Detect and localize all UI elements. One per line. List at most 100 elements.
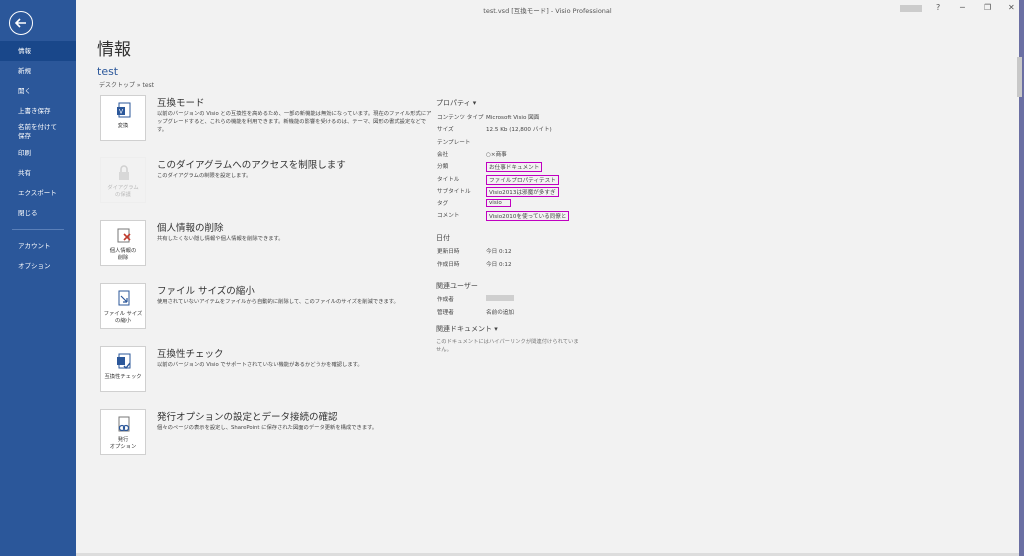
publish-options-label: 発行 オプション [109,437,137,450]
property-label: コメント [437,213,460,219]
compatibility-check-button[interactable]: 互換性チェック [100,346,146,392]
date-label: 更新日時 [437,249,460,255]
property-row: タイトル ファイルプロパティテスト [437,175,597,185]
nav-item-account[interactable]: アカウント [0,236,76,256]
property-label: テンプレート [437,140,471,146]
remove-personal-info-icon [117,228,131,243]
related-users-heading: 関連ユーザー [436,282,478,290]
protect-diagram-section: ダイアグラム の保護 このダイアグラムへのアクセスを制限します このダイアグラム… [100,157,430,207]
property-label: サイズ [437,127,454,133]
nav-item-info[interactable]: 情報 [0,41,76,61]
reduce-file-size-section: ファイル サイズ の縮小 ファイル サイズの縮小 使用されていないアイテムをファ… [100,283,430,333]
nav-item-save[interactable]: 上書き保存 [0,101,76,121]
remove-personal-info-label: 個人情報の 削除 [109,248,137,261]
reduce-file-size-button[interactable]: ファイル サイズ の縮小 [100,283,146,329]
backstage-sidebar: 情報 新規 開く 上書き保存 名前を付けて 保存 印刷 共有 エクスポート 閉じ… [0,0,76,556]
restore-button[interactable]: ❐ [984,3,991,12]
nav-item-share[interactable]: 共有 [0,163,76,183]
back-button[interactable] [9,11,33,35]
title-bar: test.vsd [互換モード] - Visio Professional [76,0,1019,18]
property-label: タグ [437,201,449,207]
property-row: テンプレート [437,138,597,148]
nav-item-close[interactable]: 閉じる [0,203,76,223]
convert-label: 変換 [117,123,129,129]
section-description: このダイアグラムの制限を設定します。 [157,173,252,179]
property-value[interactable]: Visio2010を使っている同僚と [486,211,570,221]
property-label: サブタイトル [437,189,471,195]
lock-icon [119,165,129,180]
section-title: 互換モード [157,98,205,109]
nav-item-export[interactable]: エクスポート [0,183,76,203]
property-value: Microsoft Visio 図面 [486,115,540,121]
signed-in-user[interactable] [900,5,922,12]
close-button[interactable]: ✕ [1008,3,1015,12]
user-label: 作成者 [437,297,454,303]
section-description: 共有したくない隠し情報や個人情報を削除できます。 [157,236,284,242]
property-value[interactable]: ファイルプロパティテスト [486,175,559,185]
property-label: 分類 [437,164,449,170]
property-row: 分類 お仕事ドキュメント [437,162,597,172]
remove-personal-info-button[interactable]: 個人情報の 削除 [100,220,146,266]
section-title: 発行オプションの設定とデータ接続の確認 [157,412,338,423]
reduce-file-size-icon [118,290,130,306]
related-docs-note: このドキュメントにはハイパーリンクが関連付けられていません。 [436,339,579,353]
compatibility-check-section: 互換性チェック 互換性チェック 以前のバージョンの Visio でサポートされて… [100,346,430,396]
compatibility-check-label: 互換性チェック [104,374,142,380]
nav-item-options[interactable]: オプション [0,256,76,276]
backstage-nav: 情報 新規 開く 上書き保存 名前を付けて 保存 印刷 共有 エクスポート 閉じ… [0,41,76,276]
reduce-file-size-label: ファイル サイズ の縮小 [103,311,143,324]
property-row: コメント Visio2010を使っている同僚と [437,211,597,221]
nav-item-save-as[interactable]: 名前を付けて 保存 [0,121,76,143]
section-title: 互換性チェック [157,349,224,360]
property-value[interactable]: お仕事ドキュメント [486,162,543,172]
property-label: 会社 [437,152,449,158]
property-value[interactable]: ○×商事 [486,150,507,158]
publish-options-button[interactable]: 発行 オプション [100,409,146,455]
section-title: このダイアグラムへのアクセスを制限します [157,160,346,171]
author-name-redacted [486,295,514,301]
convert-button[interactable]: V 変換 [100,95,146,141]
property-row: 会社 ○×商事 [437,150,597,160]
section-description: 以前のバージョンの Visio でサポートされていない機能があるかどうかを確認し… [157,362,363,368]
dates-heading: 日付 [436,234,450,242]
properties-heading[interactable]: プロパティ ▾ [436,98,476,108]
compatibility-check-icon [117,353,131,370]
remove-personal-info-section: 個人情報の 削除 個人情報の削除 共有したくない隠し情報や個人情報を削除できます… [100,220,430,270]
property-value: 12.5 Kb (12,800 バイト) [486,127,552,133]
convert-icon: V [117,102,131,118]
date-value: 今日 0:12 [486,249,512,255]
property-value[interactable]: Visio2013は邪魔が多すぎ [486,187,559,197]
protect-diagram-button[interactable]: ダイアグラム の保護 [100,157,146,203]
property-row: タグ visio [437,199,597,209]
author-value[interactable] [486,295,514,302]
user-row: 管理者 名前の追加 [437,308,597,318]
user-row: 作成者 [437,295,597,305]
property-value[interactable]: visio [486,199,511,207]
nav-item-open[interactable]: 開く [0,81,76,101]
section-description: 以前のバージョンの Visio との互換性を高めるため、一部の新機能は無効になっ… [157,111,432,133]
help-button[interactable]: ? [936,3,940,12]
protect-diagram-label: ダイアグラム の保護 [107,185,139,198]
compatibility-mode-section: V 変換 互換モード 以前のバージョンの Visio との互換性を高めるため、一… [100,95,432,145]
section-title: 個人情報の削除 [157,223,224,234]
property-label: コンテンツ タイプ [437,115,484,121]
add-name-link[interactable]: 名前の追加 [486,308,514,316]
publish-options-section: 発行 オプション 発行オプションの設定とデータ接続の確認 個々のページの表示を設… [100,409,430,459]
scrollbar-thumb[interactable] [1017,57,1022,97]
minimize-button[interactable]: ─ [960,3,965,12]
date-value: 今日 0:12 [486,262,512,268]
nav-item-new[interactable]: 新規 [0,61,76,81]
document-title: test [97,65,119,78]
related-docs-heading[interactable]: 関連ドキュメント ▾ [436,324,498,334]
user-label: 管理者 [437,310,454,316]
nav-item-print[interactable]: 印刷 [0,143,76,163]
arrow-left-icon [14,18,26,28]
date-row: 作成日時 今日 0:12 [437,260,597,270]
date-label: 作成日時 [437,262,460,268]
nav-divider [12,229,64,230]
page-title: 情報 [97,40,131,60]
breadcrumb[interactable]: デスクトップ » test [99,80,154,89]
property-row: サブタイトル Visio2013は邪魔が多すぎ [437,187,597,197]
property-label: タイトル [437,177,460,183]
property-row: サイズ 12.5 Kb (12,800 バイト) [437,125,597,135]
